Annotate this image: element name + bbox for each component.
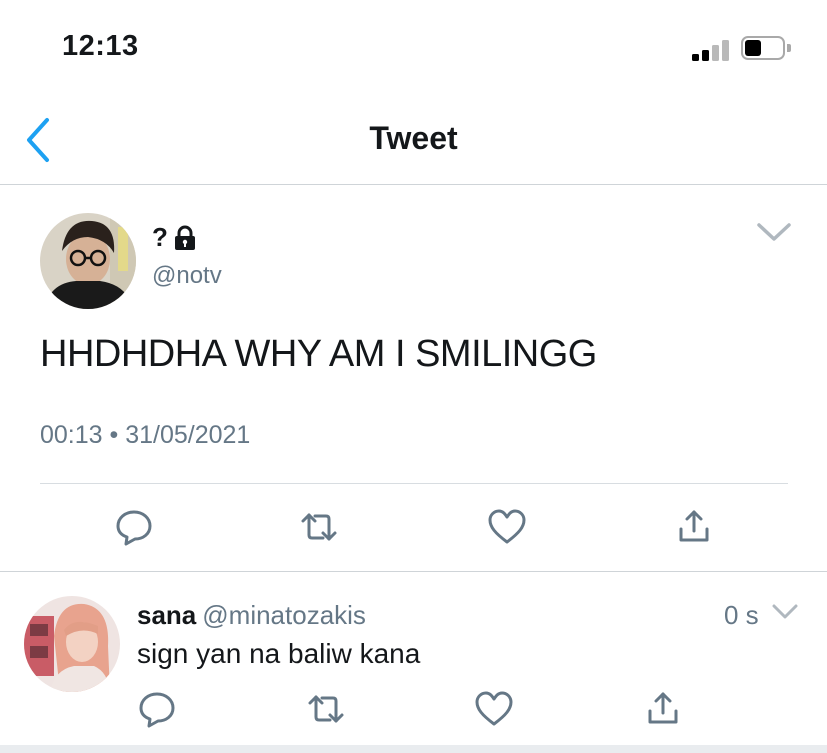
status-time: 12:13	[62, 30, 139, 62]
reply-icon[interactable]	[137, 689, 177, 729]
bottom-strip	[0, 745, 827, 753]
page-title: Tweet	[369, 120, 458, 156]
share-icon[interactable]	[643, 689, 683, 729]
lock-icon	[174, 225, 195, 250]
reply-author-handle[interactable]: @minatozakis	[202, 600, 366, 630]
retweet-icon[interactable]	[299, 507, 339, 547]
reply-text: sign yan na baliw kana	[137, 638, 421, 669]
share-icon[interactable]	[674, 507, 714, 547]
tweet-divider	[40, 483, 788, 484]
header-divider	[0, 184, 827, 185]
reply-header: sana @minatozakis	[137, 600, 366, 631]
reply-timestamp: 0 s	[724, 600, 759, 630]
author-name-row: ?	[152, 222, 198, 253]
section-divider	[0, 571, 827, 572]
author-avatar[interactable]	[40, 213, 136, 309]
reply-icon[interactable]	[114, 507, 154, 547]
battery-icon	[741, 36, 791, 62]
like-icon[interactable]	[474, 689, 514, 729]
tweet-text: HHDHDHA WHY AM I SMILINGG	[40, 333, 597, 375]
chevron-down-icon[interactable]	[757, 222, 791, 242]
reply-author-name[interactable]: sana	[137, 600, 196, 630]
retweet-icon[interactable]	[306, 689, 346, 729]
chevron-down-icon[interactable]	[772, 604, 798, 620]
like-icon[interactable]	[487, 507, 527, 547]
reply-avatar[interactable]	[24, 596, 120, 692]
tweet-timestamp: 00:13 • 31/05/2021	[40, 421, 251, 449]
signal-icon	[692, 39, 730, 61]
author-handle[interactable]: @notv	[152, 262, 222, 290]
author-display-name: ?	[152, 222, 168, 252]
